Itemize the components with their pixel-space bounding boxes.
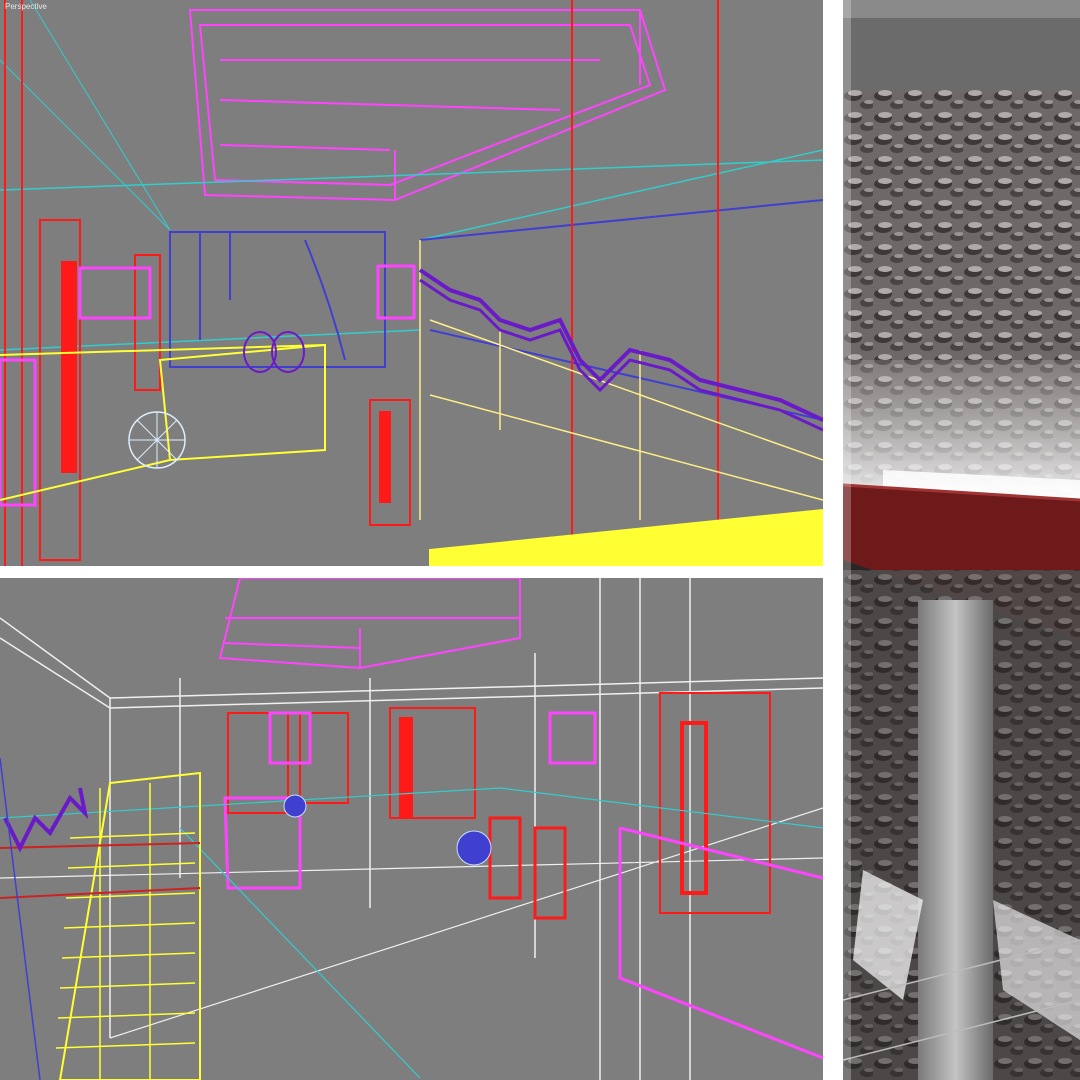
viewport-label[interactable]: Perspective — [5, 2, 47, 11]
rendered-scene-image — [843, 0, 1080, 1080]
wireframe-scene-bottom — [0, 578, 823, 1080]
render-preview-panel — [843, 0, 1080, 1080]
perspective-viewport-bottom[interactable] — [0, 578, 823, 1080]
wireframe-scene-top — [0, 0, 823, 566]
perspective-viewport-top[interactable]: Perspective — [0, 0, 823, 566]
